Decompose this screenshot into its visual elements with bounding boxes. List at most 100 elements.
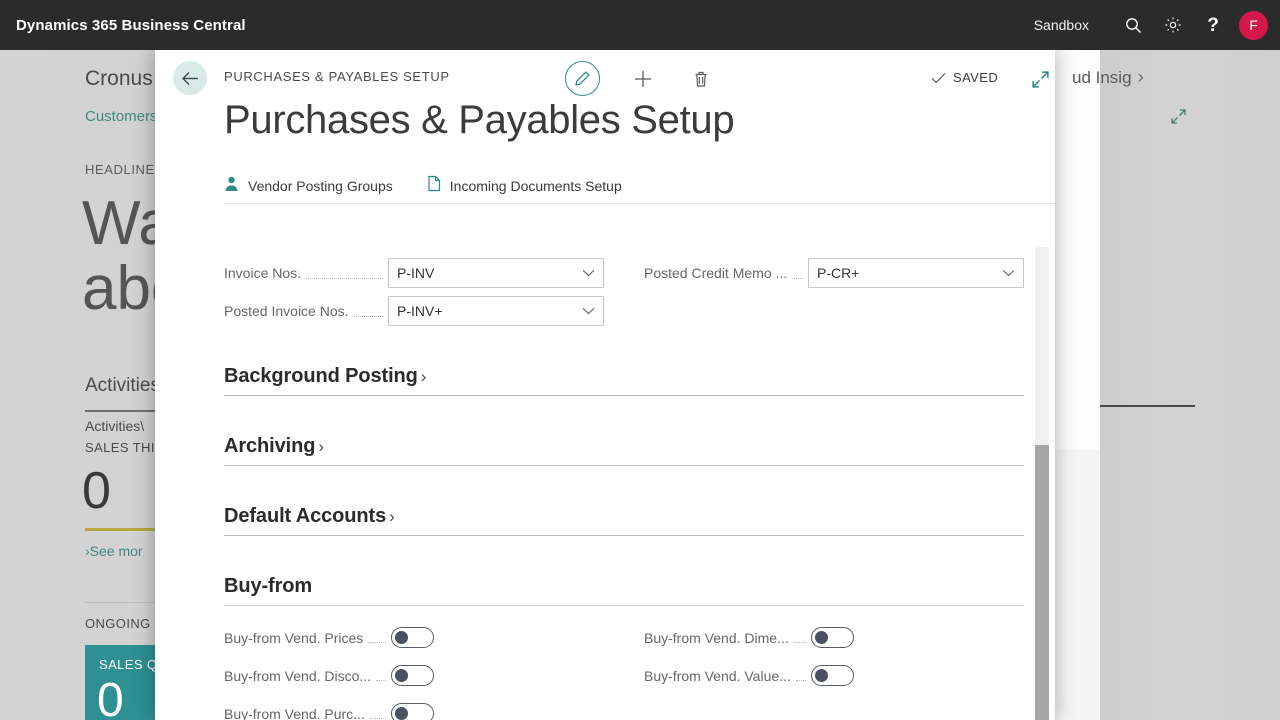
buy-from-vend-dimensions-toggle[interactable] [811,627,854,648]
action-incoming-documents-setup[interactable]: Incoming Documents Setup [427,175,622,197]
toggle-knob [395,707,408,720]
action-vendor-posting-groups[interactable]: Vendor Posting Groups [224,176,393,197]
dot-leader [794,632,806,643]
dot-leader [368,632,386,643]
chevron-right-icon: › [389,507,395,527]
background-white-strip-lower [1055,450,1100,720]
background-see-more-link[interactable]: ›See mor [85,543,143,559]
section-title: Archiving [224,435,315,458]
section-archiving: Archiving › [224,435,1024,466]
person-icon [224,176,239,197]
background-tile-value: 0 [97,677,124,720]
background-cloud-insights-label: ud Insig [1072,68,1132,88]
plus-icon[interactable] [626,62,660,96]
field-posted-credit-memo-nos: Posted Credit Memo ... P-CR+ [644,258,1024,288]
background-sales-this-label: SALES THIS [85,440,164,455]
field-posted-invoice-nos: Posted Invoice Nos. P-INV+ [224,296,604,326]
background-activities-title: Activities [85,375,160,397]
action-label: Incoming Documents Setup [450,178,622,194]
section-divider [224,535,1024,536]
section-buy-from: Buy-from [224,575,1024,606]
dot-leader [306,268,383,279]
dropdown-value: P-CR+ [817,265,859,281]
field-label: Posted Credit Memo ... [644,265,787,281]
background-right-content: ud Insig › [1100,50,1280,720]
section-title: Default Accounts [224,505,386,528]
buy-from-vend-purc-toggle[interactable] [391,703,434,720]
chevron-right-icon: › [421,367,427,387]
gear-icon[interactable] [1153,0,1193,50]
background-cloud-insights-link[interactable]: ud Insig › [1072,67,1144,89]
field-label: Buy-from Vend. Disco... [224,668,371,684]
dropdown-value: P-INV [397,265,434,281]
avatar[interactable]: F [1239,11,1268,40]
section-title: Buy-from [224,575,312,598]
toggle-knob [815,669,828,682]
expand-diagonal-icon[interactable] [1027,66,1053,92]
posted-invoice-nos-dropdown[interactable]: P-INV+ [388,296,604,326]
purchases-payables-setup-dialog: PURCHASES & PAYABLES SETUP SAVED [155,50,1055,720]
section-divider [224,605,1024,606]
invoice-nos-dropdown[interactable]: P-INV [388,258,604,288]
background-expand-icon[interactable] [1170,108,1187,130]
buy-from-vend-prices-toggle[interactable] [391,627,434,648]
chevron-down-icon [582,269,595,277]
section-divider [224,395,1024,396]
app-top-bar: Dynamics 365 Business Central Sandbox ? … [0,0,1280,50]
save-status-label: SAVED [953,70,998,85]
dot-leader [370,708,386,719]
buy-from-vend-disc-toggle[interactable] [391,665,434,686]
dropdown-value: P-INV+ [397,303,443,319]
toggle-knob [815,631,828,644]
dialog-actions-row: Vendor Posting Groups Incoming Documents… [224,175,622,197]
chevron-right-icon: › [318,437,324,457]
page-title: Purchases & Payables Setup [224,98,734,143]
back-arrow-icon[interactable] [173,61,207,95]
field-label: Buy-from Vend. Purc... [224,706,365,720]
pencil-icon[interactable] [565,61,600,96]
dot-leader [796,670,806,681]
dialog-scroll-body: Invoice Nos. P-INV Posted Credit Memo ..… [155,205,1055,720]
section-title: Background Posting [224,365,418,388]
app-brand-title: Dynamics 365 Business Central [16,17,246,34]
buy-from-vend-value-toggle[interactable] [811,665,854,686]
section-background-posting: Background Posting › [224,365,1024,396]
document-icon [427,175,441,197]
chevron-right-icon: › [1138,67,1144,89]
dot-leader [376,670,386,681]
background-sales-value: 0 [82,465,111,517]
save-status-indicator: SAVED [931,70,998,85]
field-label: Posted Invoice Nos. [224,303,349,319]
environment-label: Sandbox [1034,17,1089,33]
background-right-rule [1100,405,1195,407]
section-background-posting-header[interactable]: Background Posting › [224,365,1024,388]
field-label: Buy-from Vend. Prices [224,630,363,646]
section-buy-from-header: Buy-from [224,575,1024,598]
toggle-knob [395,669,408,682]
search-icon[interactable] [1113,0,1153,50]
chevron-down-icon [582,307,595,315]
dialog-scrollbar-thumb[interactable] [1035,445,1049,720]
field-invoice-nos: Invoice Nos. P-INV [224,258,604,288]
help-icon[interactable]: ? [1193,0,1233,50]
section-default-accounts: Default Accounts › [224,505,1024,536]
field-buy-from-vend-prices: Buy-from Vend. Prices [224,627,434,648]
background-see-more-label: See mor [90,543,143,559]
field-buy-from-vend-purc: Buy-from Vend. Purc... [224,703,434,720]
background-activities-subtitle: Activities\ [85,418,144,434]
posted-credit-memo-nos-dropdown[interactable]: P-CR+ [808,258,1024,288]
topbar-right-cluster: Sandbox ? F [1034,0,1280,50]
section-divider [224,465,1024,466]
check-icon [931,72,946,84]
chevron-down-icon [1002,269,1015,277]
background-company-name: Cronus I [85,67,164,91]
dialog-breadcrumb: PURCHASES & PAYABLES SETUP [224,69,450,84]
trash-icon[interactable] [684,62,718,96]
field-buy-from-vend-disc: Buy-from Vend. Disco... [224,665,434,686]
section-default-accounts-header[interactable]: Default Accounts › [224,505,1024,528]
toggle-knob [395,631,408,644]
section-archiving-header[interactable]: Archiving › [224,435,1024,458]
field-buy-from-vend-value: Buy-from Vend. Value... [644,665,854,686]
dot-leader [354,306,383,317]
background-customers-link[interactable]: Customers [85,108,158,125]
